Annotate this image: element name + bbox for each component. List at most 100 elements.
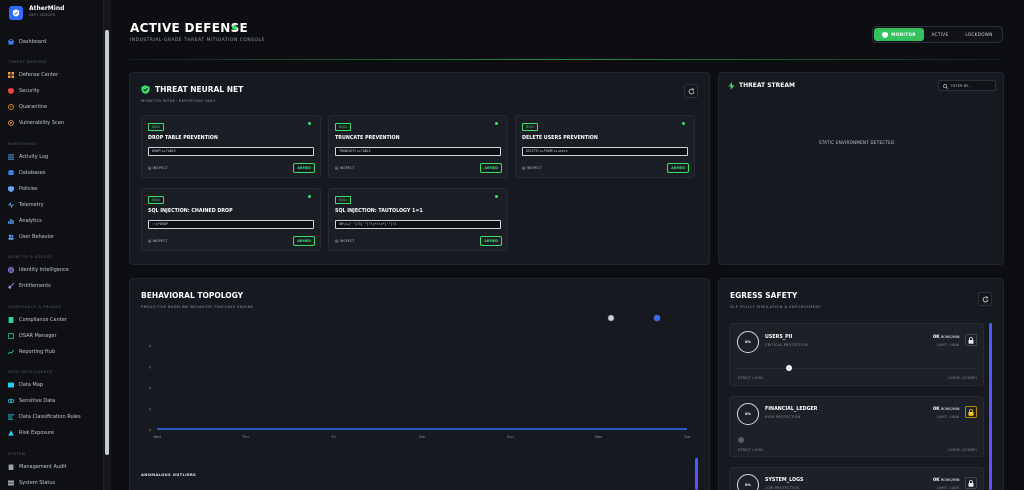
threat-stream-panel: THREAT STREAM — [718, 72, 1004, 265]
refresh-button[interactable] — [684, 84, 698, 98]
sidebar-item-telemetry[interactable]: Telemetry — [8, 200, 44, 210]
sidebar-item-defense-center[interactable]: Defense Center — [8, 70, 58, 80]
mode-active-label: ACTIVE — [931, 32, 949, 37]
inspect-link[interactable]: ▤ INSPECT — [335, 166, 355, 170]
sidebar-item-data-map[interactable]: Data Map — [8, 380, 43, 390]
sidebar-item-label: Quarantine — [19, 104, 48, 110]
brand[interactable]: AtherMind DEFI LEDGER — [9, 5, 64, 20]
threshold-slider-track[interactable] — [738, 368, 978, 369]
nav-group-title: MONITORING — [8, 142, 37, 146]
sidebar-item-dsar-manager[interactable]: DSAR Manager — [8, 331, 57, 341]
sidebar-item-vulnerability-scan[interactable]: Vulnerability Scan — [8, 118, 64, 128]
sidebar-item-label: Analytics — [19, 218, 42, 224]
armed-badge[interactable]: ARMED — [480, 236, 502, 246]
sidebar-item-label: Data Classification Rules — [19, 414, 81, 420]
egress-scroll-indicator[interactable] — [989, 323, 992, 490]
refresh-button[interactable] — [978, 292, 992, 306]
lock-button[interactable] — [965, 334, 977, 346]
threshold-slider-thumb[interactable] — [738, 437, 744, 443]
x-tick-label: Sun — [507, 435, 514, 439]
rule-pattern: DELETE\s+FROM\s+users — [522, 147, 688, 156]
rule-status-dot — [495, 195, 498, 198]
sidebar-item-reporting-hub[interactable]: Reporting Hub — [8, 347, 55, 357]
inspect-link[interactable]: ▤ INSPECT — [148, 166, 168, 170]
x-tick-label: Mon — [595, 435, 603, 439]
sidebar-item-databases[interactable]: Databases — [8, 168, 45, 178]
header-divider — [130, 59, 1002, 60]
inspect-link[interactable]: ▤ INSPECT — [522, 166, 542, 170]
egress-card[interactable]: 0% USERS_PII CRITICAL PROTECTION 0K ROWS… — [729, 323, 984, 386]
armed-badge[interactable]: ARMED — [293, 236, 315, 246]
sidebar-scrollbar-thumb[interactable] — [105, 30, 109, 455]
sidebar-item-label: Identity Intelligence — [19, 267, 69, 273]
inspect-link[interactable]: ▤ INSPECT — [148, 239, 168, 243]
topology-chart: 00000Wed Thu Fri Sat Sun Mon Tue — [149, 314, 691, 439]
panel-title: EGRESS SAFETY — [730, 291, 798, 300]
panel-subtitle: PREDICTIVE BASELINE BEHAVIOR TRACKING EN… — [141, 304, 254, 309]
sidebar-item-dashboard[interactable]: Dashboard — [8, 37, 46, 47]
key-icon — [8, 283, 14, 289]
panel-title: THREAT STREAM — [739, 82, 795, 89]
lock-button[interactable] — [965, 477, 977, 489]
mode-lockdown-button[interactable]: LOCKDOWN — [957, 28, 1001, 41]
mode-active-button[interactable]: ACTIVE — [925, 28, 955, 41]
sidebar-item-entitlements[interactable]: Entitlements — [8, 281, 51, 291]
rule-tag: SQLI — [522, 123, 538, 131]
anomalous-outliers-label: ANOMALOUS OUTLIERS — [141, 472, 197, 477]
clipboard-icon — [8, 464, 14, 470]
rule-status-dot — [308, 195, 311, 198]
egress-limit: LIMIT: 100K — [937, 486, 960, 490]
sidebar-item-system-status[interactable]: System Status — [8, 478, 55, 488]
sidebar-item-management-audit[interactable]: Management Audit — [8, 462, 67, 472]
inspect-label: INSPECT — [526, 166, 542, 170]
sidebar-item-risk-exposure[interactable]: Risk Exposure — [8, 428, 54, 438]
lock-button[interactable] — [965, 406, 977, 418]
progress-ring: 0% — [737, 403, 759, 425]
warning-icon — [8, 430, 14, 436]
egress-bandwidth: 0K ROWS/MIN — [933, 478, 959, 483]
rule-status-dot — [495, 122, 498, 125]
sidebar-item-label: Compliance Center — [19, 317, 67, 323]
sidebar-item-activity-log[interactable]: Activity Log — [8, 152, 48, 162]
rule-card[interactable]: SQLI TRUNCATE PREVENTION TRUNCATE\s+TABL… — [328, 115, 508, 178]
rule-card[interactable]: SQLI DROP TABLE PREVENTION DROP\s+TABLE … — [141, 115, 321, 178]
refresh-icon — [982, 295, 988, 302]
sidebar-item-label: User Behavior — [19, 234, 55, 240]
sidebar-item-user-behavior[interactable]: User Behavior — [8, 232, 54, 242]
armed-badge[interactable]: ARMED — [667, 163, 689, 173]
rule-card[interactable]: SQLI SQL INJECTION: TAUTOLOGY 1=1 OR\s+[… — [328, 188, 508, 251]
sidebar-item-classification-rules[interactable]: Data Classification Rules — [8, 412, 81, 422]
sidebar-item-policies[interactable]: Policies — [8, 184, 38, 194]
mode-monitor-button[interactable]: MONITOR — [874, 28, 924, 41]
egress-bandwidth: 0K ROWS/MIN — [933, 335, 959, 340]
rule-card[interactable]: SQLI SQL INJECTION: CHAINED DROP ;\s*DRO… — [141, 188, 321, 251]
bandwidth-value: 0K — [933, 335, 940, 340]
inspect-link[interactable]: ▤ INSPECT — [335, 239, 355, 243]
sidebar-item-quarantine[interactable]: Quarantine — [8, 102, 47, 112]
outliers-scroll-indicator[interactable] — [695, 458, 698, 490]
shield-icon — [8, 88, 14, 94]
egress-card[interactable]: 0% SYSTEM_LOGS LOW PROTECTION 0K ROWS/MI… — [729, 467, 984, 490]
sidebar-item-analytics[interactable]: Analytics — [8, 216, 42, 226]
threshold-slider-thumb[interactable] — [786, 365, 792, 371]
egress-card[interactable]: 0% FINANCIAL_LEDGER HIGH PROTECTION 0K R… — [729, 396, 984, 457]
page-subtitle: INDUSTRIAL-GRADE THREAT MITIGATION CONSO… — [130, 38, 265, 43]
lightning-icon — [728, 82, 735, 90]
panel-subtitle: DLP POLICY SIMULATION & ENFORCEMENT — [730, 304, 822, 309]
slider-max-label: LOOSE (1000M) — [948, 376, 977, 380]
grid-icon — [8, 72, 14, 78]
sidebar-item-compliance-center[interactable]: Compliance Center — [8, 315, 67, 325]
filter-input[interactable]: FILTER BY... — [938, 80, 996, 91]
sidebar-item-identity-intelligence[interactable]: Identity Intelligence — [8, 265, 69, 275]
slider-max-label: LOOSE (1000M) — [948, 448, 977, 452]
status-dot — [232, 25, 237, 30]
slider-min-label: STRICT (10M) — [738, 376, 764, 380]
server-icon — [8, 480, 14, 486]
rule-card[interactable]: SQLI DELETE USERS PREVENTION DELETE\s+FR… — [515, 115, 695, 178]
egress-name: FINANCIAL_LEDGER — [765, 407, 818, 412]
armed-badge[interactable]: ARMED — [293, 163, 315, 173]
armed-badge[interactable]: ARMED — [480, 163, 502, 173]
sidebar-item-sensitive-data[interactable]: Sensitive Data — [8, 396, 55, 406]
sidebar-item-security[interactable]: Security — [8, 86, 40, 96]
egress-protection: CRITICAL PROTECTION — [765, 343, 809, 347]
